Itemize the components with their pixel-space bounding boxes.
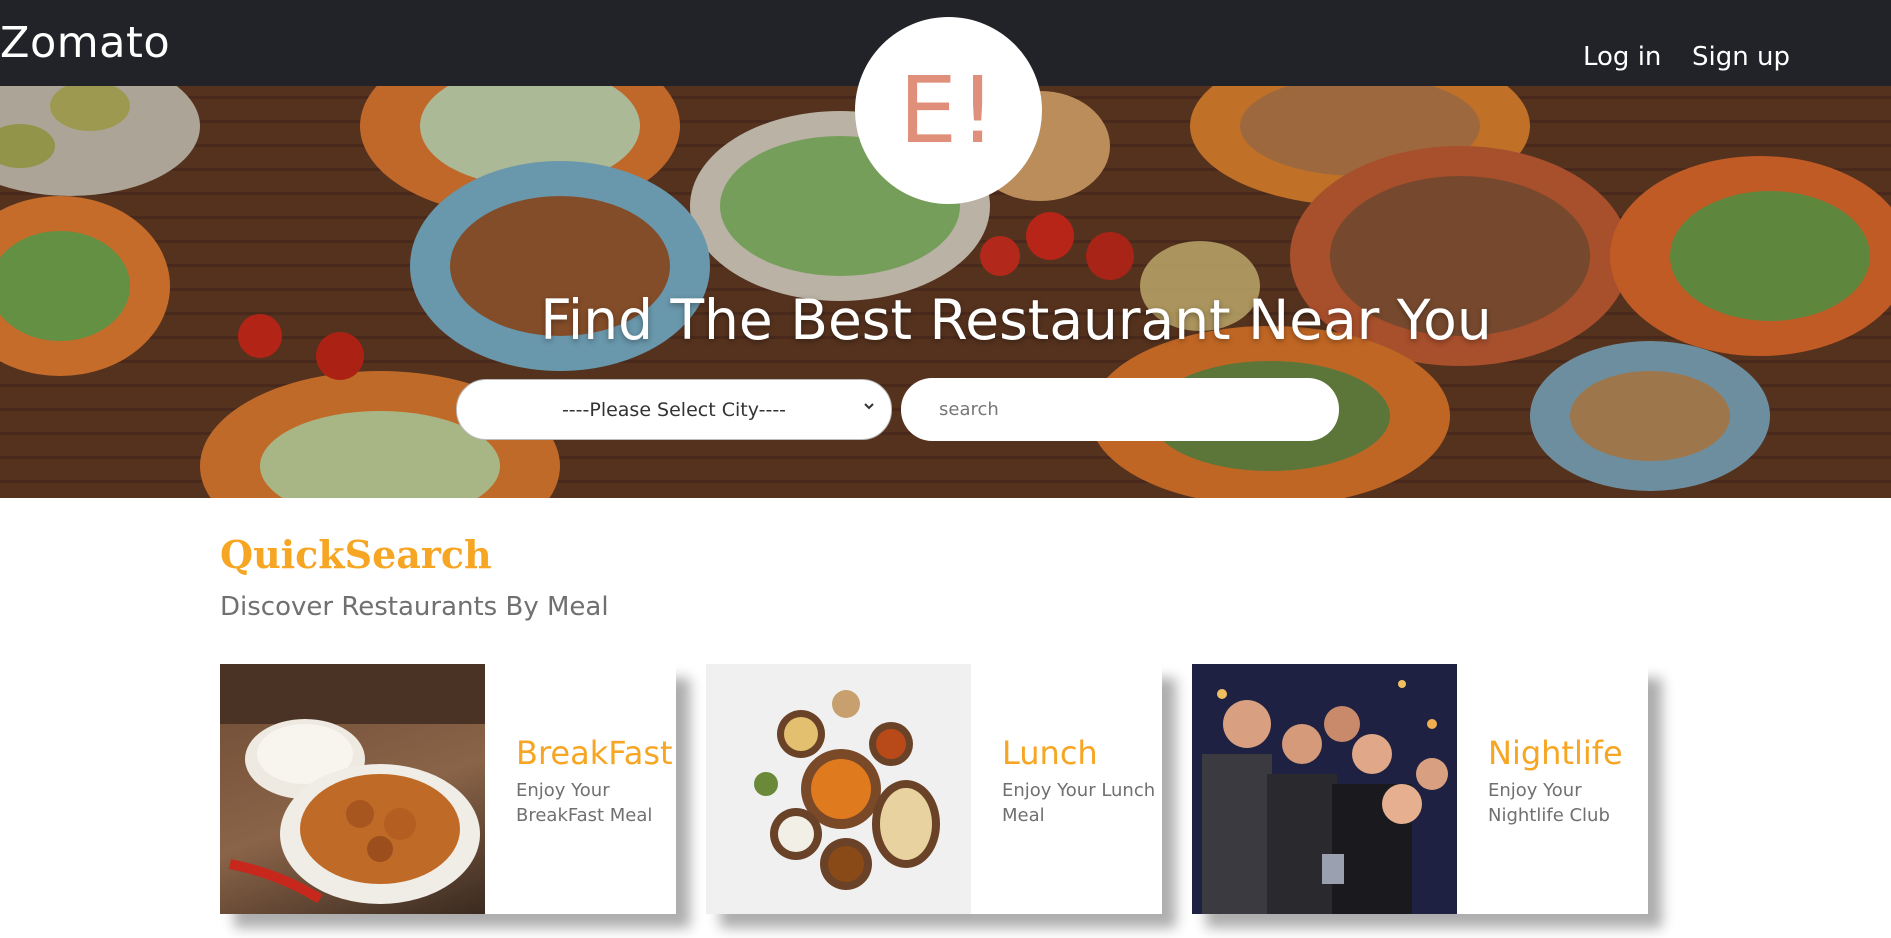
city-select-dropdown[interactable]: ----Please Select City---- bbox=[456, 379, 892, 440]
meal-card-breakfast[interactable]: BreakFast Enjoy Your BreakFast Meal bbox=[220, 664, 676, 914]
nightlife-image bbox=[1192, 664, 1457, 914]
meal-card-nightlife[interactable]: Nightlife Enjoy Your Nightlife Club bbox=[1192, 664, 1648, 914]
breakfast-image bbox=[220, 664, 485, 914]
card-title: Nightlife bbox=[1488, 734, 1623, 772]
signup-link[interactable]: Sign up bbox=[1692, 42, 1790, 72]
quicksearch-title: QuickSearch bbox=[220, 532, 492, 577]
brand-logo[interactable]: Zomato bbox=[0, 18, 170, 68]
meal-card-lunch[interactable]: Lunch Enjoy Your Lunch Meal bbox=[706, 664, 1162, 914]
card-description: Enjoy Your BreakFast Meal bbox=[516, 780, 653, 826]
login-link[interactable]: Log in bbox=[1583, 42, 1661, 72]
card-description: Enjoy Your Nightlife Club bbox=[1488, 780, 1610, 826]
app-logo-badge[interactable]: E! bbox=[855, 17, 1042, 204]
chevron-down-icon bbox=[863, 400, 877, 414]
hero-title: Find The Best Restaurant Near You bbox=[540, 288, 1492, 352]
quicksearch-subtitle: Discover Restaurants By Meal bbox=[220, 592, 609, 622]
search-input[interactable] bbox=[901, 378, 1339, 441]
lunch-image bbox=[706, 664, 971, 914]
city-select-value: ----Please Select City---- bbox=[561, 398, 787, 421]
card-title: BreakFast bbox=[516, 734, 673, 772]
card-description: Enjoy Your Lunch Meal bbox=[1002, 780, 1156, 826]
logo-text: E! bbox=[898, 57, 998, 164]
card-title: Lunch bbox=[1002, 734, 1098, 772]
